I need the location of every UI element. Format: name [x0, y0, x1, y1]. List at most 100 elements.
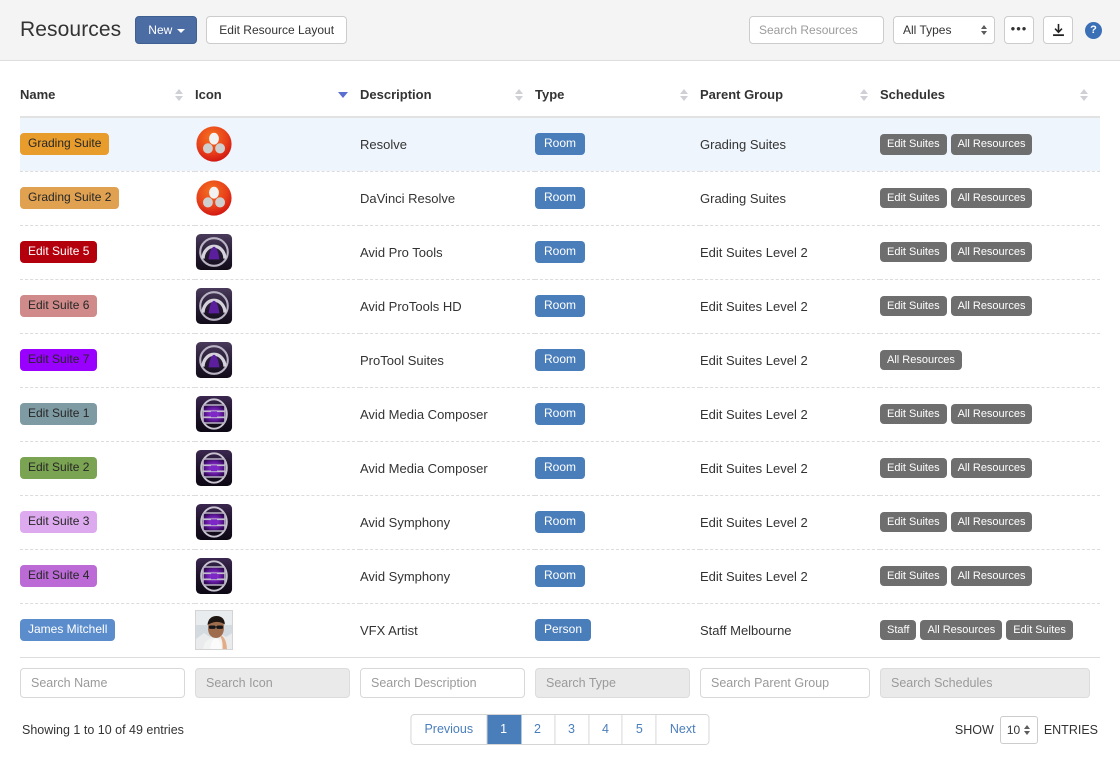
schedule-badge[interactable]: All Resources: [951, 296, 1033, 317]
resource-name-badge[interactable]: Edit Suite 2: [20, 457, 97, 479]
schedule-badge[interactable]: All Resources: [951, 134, 1033, 155]
schedule-badge[interactable]: All Resources: [951, 404, 1033, 425]
table-row[interactable]: Grading Suite Resolve Room Grading Suite…: [20, 117, 1100, 171]
schedule-badge[interactable]: Edit Suites: [1006, 620, 1073, 641]
resource-name-badge[interactable]: James Mitchell: [20, 619, 115, 641]
sort-toggle-icon[interactable]: [1080, 89, 1088, 101]
more-options-button[interactable]: •••: [1004, 16, 1034, 44]
schedule-badge[interactable]: Edit Suites: [880, 134, 947, 155]
resource-name-badge[interactable]: Grading Suite: [20, 133, 109, 155]
schedule-badge[interactable]: All Resources: [920, 620, 1002, 641]
sort-toggle-icon[interactable]: [515, 89, 523, 101]
edit-resource-layout-button[interactable]: Edit Resource Layout: [206, 16, 347, 44]
type-badge[interactable]: Person: [535, 619, 591, 641]
schedule-badge[interactable]: All Resources: [951, 458, 1033, 479]
table-row[interactable]: Edit Suite 5 Avid Pro Tools Room Edit Su…: [20, 225, 1100, 279]
cell-icon: [195, 387, 360, 441]
schedule-badge[interactable]: All Resources: [880, 350, 962, 371]
type-badge[interactable]: Room: [535, 511, 585, 533]
filter-input-search-parent-group[interactable]: [700, 668, 870, 698]
table-row[interactable]: Edit Suite 2 Avid Media Composer Room Ed…: [20, 441, 1100, 495]
schedule-badge[interactable]: Edit Suites: [880, 566, 947, 587]
type-filter-select[interactable]: All Types: [893, 16, 995, 44]
cell-schedules: Edit SuitesAll Resources: [880, 495, 1100, 549]
table-header: Name Icon Description Type Parent Group: [20, 61, 1100, 117]
cell-schedules: Edit SuitesAll Resources: [880, 549, 1100, 603]
schedule-badge[interactable]: Edit Suites: [880, 512, 947, 533]
filter-input-search-name[interactable]: [20, 668, 185, 698]
resource-name-badge[interactable]: Edit Suite 7: [20, 349, 97, 371]
column-header-schedules[interactable]: Schedules: [880, 61, 1100, 117]
table-row[interactable]: Edit Suite 6 Avid ProTools HD Room Edit …: [20, 279, 1100, 333]
table-row[interactable]: James Mitchell VFX Artist Person Staff M…: [20, 603, 1100, 657]
column-header-name[interactable]: Name: [20, 61, 195, 117]
type-badge[interactable]: Room: [535, 295, 585, 317]
resource-name-badge[interactable]: Edit Suite 3: [20, 511, 97, 533]
filter-input-search-icon[interactable]: [195, 668, 350, 698]
cell-icon: [195, 171, 360, 225]
cell-icon: [195, 603, 360, 657]
cell-schedules: Edit SuitesAll Resources: [880, 441, 1100, 495]
schedule-badge[interactable]: All Resources: [951, 188, 1033, 209]
schedule-badge[interactable]: All Resources: [951, 512, 1033, 533]
filter-input-search-schedules[interactable]: [880, 668, 1090, 698]
column-header-description[interactable]: Description: [360, 61, 535, 117]
avid-media-composer-icon: [195, 503, 233, 541]
cell-parent-group: Edit Suites Level 2: [700, 549, 880, 603]
resource-name-badge[interactable]: Grading Suite 2: [20, 187, 119, 209]
column-header-parent-group[interactable]: Parent Group: [700, 61, 880, 117]
table-row[interactable]: Edit Suite 1 Avid Media Composer Room Ed…: [20, 387, 1100, 441]
page-link-4[interactable]: 4: [589, 715, 623, 745]
filter-input-search-type[interactable]: [535, 668, 690, 698]
table-row[interactable]: Edit Suite 3 Avid Symphony Room Edit Sui…: [20, 495, 1100, 549]
type-badge[interactable]: Room: [535, 457, 585, 479]
cell-parent-group: Edit Suites Level 2: [700, 441, 880, 495]
schedule-badge[interactable]: Edit Suites: [880, 188, 947, 209]
type-badge[interactable]: Room: [535, 349, 585, 371]
page-link-previous[interactable]: Previous: [411, 715, 487, 745]
table-row[interactable]: Grading Suite 2 DaVinci Resolve Room Gra…: [20, 171, 1100, 225]
type-badge[interactable]: Room: [535, 133, 585, 155]
column-header-type[interactable]: Type: [535, 61, 700, 117]
schedule-badge[interactable]: All Resources: [951, 566, 1033, 587]
sort-toggle-icon[interactable]: [175, 89, 183, 101]
schedule-badge[interactable]: Edit Suites: [880, 296, 947, 317]
cell-icon: [195, 333, 360, 387]
type-badge[interactable]: Room: [535, 565, 585, 587]
table-footer: Showing 1 to 10 of 49 entries Previous12…: [0, 698, 1120, 744]
filter-input-search-description[interactable]: [360, 668, 525, 698]
download-button[interactable]: [1043, 16, 1073, 44]
resource-name-badge[interactable]: Edit Suite 6: [20, 295, 97, 317]
resource-name-badge[interactable]: Edit Suite 4: [20, 565, 97, 587]
table-row[interactable]: Edit Suite 4 Avid Symphony Room Edit Sui…: [20, 549, 1100, 603]
resource-name-badge[interactable]: Edit Suite 1: [20, 403, 97, 425]
sort-toggle-icon[interactable]: [680, 89, 688, 101]
column-header-icon[interactable]: Icon: [195, 61, 360, 117]
resource-name-badge[interactable]: Edit Suite 5: [20, 241, 97, 263]
schedule-badge[interactable]: Staff: [880, 620, 916, 641]
schedule-badge[interactable]: Edit Suites: [880, 404, 947, 425]
page-link-1[interactable]: 1: [487, 715, 521, 745]
page-link-2[interactable]: 2: [521, 715, 555, 745]
sort-toggle-icon[interactable]: [860, 89, 868, 101]
search-resources-input[interactable]: [749, 16, 884, 44]
table-row[interactable]: Edit Suite 7 ProTool Suites Room Edit Su…: [20, 333, 1100, 387]
type-badge[interactable]: Room: [535, 403, 585, 425]
avid-media-composer-icon: [195, 395, 233, 433]
type-badge[interactable]: Room: [535, 241, 585, 263]
schedule-badge[interactable]: All Resources: [951, 242, 1033, 263]
sort-toggle-icon[interactable]: [338, 92, 348, 98]
filter-cell: [700, 668, 880, 698]
column-header-label: Name: [20, 87, 55, 102]
page-link-5[interactable]: 5: [623, 715, 657, 745]
schedule-badge[interactable]: Edit Suites: [880, 458, 947, 479]
page-link-next[interactable]: Next: [657, 715, 709, 745]
page-link-3[interactable]: 3: [555, 715, 589, 745]
schedule-badge[interactable]: Edit Suites: [880, 242, 947, 263]
entries-per-page-select[interactable]: 10: [1000, 716, 1038, 744]
new-button[interactable]: New: [135, 16, 197, 44]
cell-name: Edit Suite 7: [20, 333, 195, 387]
type-badge[interactable]: Room: [535, 187, 585, 209]
new-button-label: New: [148, 24, 172, 36]
help-button[interactable]: ?: [1085, 22, 1102, 39]
